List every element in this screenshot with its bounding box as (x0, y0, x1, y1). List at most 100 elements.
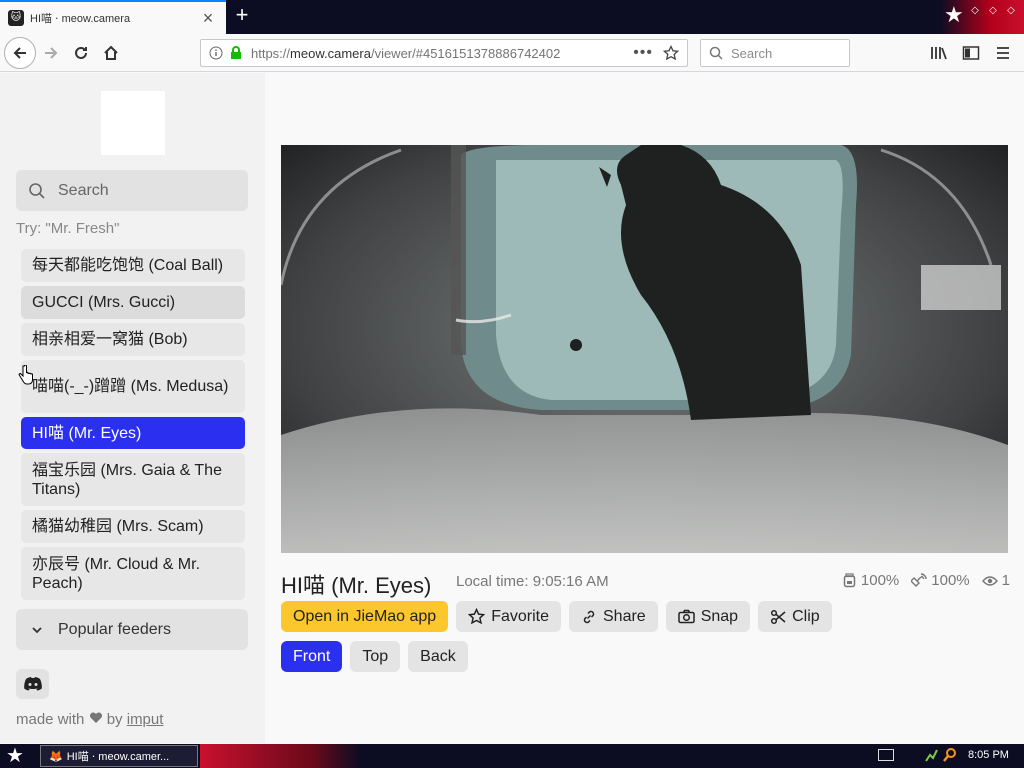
clip-button[interactable]: Clip (758, 601, 832, 632)
titlebar-flag-decoration: ★ ◇ ◇ ◇ (940, 0, 1024, 34)
snap-label: Snap (700, 607, 739, 625)
taskbar-flag-decoration (200, 744, 360, 768)
feeder-search-placeholder: Search (58, 181, 109, 199)
signal-level: 100% (931, 572, 970, 589)
lock-icon (231, 46, 241, 59)
food-container-icon (843, 573, 856, 588)
feeder-item-mrs-gucci[interactable]: GUCCI (Mrs. Gucci) (21, 286, 245, 319)
url-host: meow.camera (290, 45, 371, 61)
view-back-label: Back (420, 647, 456, 665)
feeder-label: HI喵 (Mr. Eyes) (32, 424, 142, 442)
taskbar-clock: 8:05 PM (968, 749, 1009, 761)
arrow-left-icon (13, 46, 26, 59)
clip-label: Clip (792, 607, 820, 625)
footer-credit: made with by imput (16, 711, 163, 728)
start-menu-icon[interactable]: ★ (6, 745, 24, 767)
discord-icon (23, 677, 42, 691)
url-bar[interactable]: https://meow.camera/viewer/#451615137888… (200, 39, 688, 67)
feeder-item-mrs-gaia[interactable]: 福宝乐园 (Mrs. Gaia & The Titans) (21, 453, 245, 506)
scissors-icon (771, 609, 786, 624)
feeder-item-bob[interactable]: 相亲相爱一窝猫 (Bob) (21, 323, 245, 356)
new-tab-button[interactable]: + (230, 4, 254, 28)
view-front-button[interactable]: Front (281, 641, 343, 672)
feeder-label: GUCCI (Mrs. Gucci) (32, 294, 176, 311)
minimize-icon[interactable]: ◇ (968, 4, 982, 18)
forward-button[interactable] (36, 38, 66, 68)
library-button[interactable] (924, 38, 954, 68)
taskbar-window-button[interactable]: 🦊 HI喵 ‧ meow.camer... (40, 745, 198, 767)
author-link[interactable]: imput (127, 711, 164, 728)
link-icon (583, 610, 595, 623)
camera-stats: 100% 100% 1 (834, 572, 1010, 589)
search-hint: Try: "Mr. Fresh" (16, 220, 120, 237)
home-button[interactable] (96, 38, 126, 68)
page-actions-icon[interactable]: ••• (633, 44, 653, 62)
open-in-app-label: Open in JieMao app (293, 607, 437, 625)
viewers-stat: 1 (981, 572, 1010, 589)
feeder-label: 相亲相爱一窝猫 (Bob) (32, 331, 188, 348)
tab-close-icon[interactable]: × (198, 8, 218, 29)
feeder-label: 福宝乐园 (Mrs. Gaia & The Titans) (32, 461, 222, 498)
snap-button[interactable]: Snap (665, 601, 751, 632)
heart-icon (89, 712, 102, 723)
satellite-icon (911, 573, 927, 587)
network-icon[interactable] (924, 747, 938, 763)
tab-strip: 🐱 HI喵 ‧ meow.camera × + ★ ◇ ◇ ◇ (0, 0, 1024, 34)
camera-title: HI喵 (Mr. Eyes) (281, 573, 432, 598)
menu-button[interactable] (988, 38, 1018, 68)
feeder-item-ms-medusa[interactable]: 喵喵(-_-)蹭蹭 (Ms. Medusa) (21, 360, 245, 413)
share-label: Share (603, 607, 646, 625)
tab-title: HI喵 ‧ meow.camera (30, 13, 131, 25)
search-icon (709, 46, 723, 60)
feeder-item-mr-cloud[interactable]: 亦辰号 (Mr. Cloud & Mr. Peach) (21, 547, 245, 600)
navigation-bar: https://meow.camera/viewer/#451615137888… (0, 34, 1024, 72)
feeder-search-input[interactable]: Search (16, 170, 248, 211)
os-taskbar: ★ 🦊 HI喵 ‧ meow.camer... 8:05 PM (0, 744, 1024, 768)
back-button[interactable] (4, 36, 36, 69)
view-top-label: Top (362, 647, 389, 665)
open-in-app-button[interactable]: Open in JieMao app (281, 601, 449, 632)
search-icon (29, 182, 45, 199)
browser-search-bar[interactable]: Search (700, 39, 850, 67)
firefox-icon: 🦊 (49, 750, 63, 763)
discord-button[interactable] (16, 669, 49, 699)
sidebar-toggle-button[interactable] (956, 38, 986, 68)
keyboard-icon[interactable] (878, 749, 894, 761)
camera-video-feed[interactable] (281, 145, 1008, 553)
viewer-count: 1 (1001, 572, 1010, 589)
feeder-label: 每天都能吃饱饱 (Coal Ball) (32, 257, 224, 274)
magnifier-tray-icon[interactable] (942, 747, 958, 763)
view-front-label: Front (293, 647, 331, 665)
favorite-button[interactable]: Favorite (456, 601, 561, 632)
bookmark-star-icon[interactable] (663, 45, 679, 61)
reload-button[interactable] (66, 38, 96, 68)
hand-cursor-icon (18, 364, 34, 390)
arrow-right-icon (45, 46, 58, 59)
site-logo (101, 91, 165, 155)
popular-feeders-toggle[interactable]: Popular feeders (16, 609, 248, 650)
info-icon[interactable] (209, 46, 223, 60)
feeder-item-mr-eyes[interactable]: HI喵 (Mr. Eyes) (21, 417, 245, 449)
url-prefix: https:// (251, 45, 291, 61)
url-path: /viewer/#4516151378886742402 (370, 45, 561, 61)
close-window-icon[interactable]: ◇ (1004, 4, 1018, 18)
star-icon (468, 608, 486, 625)
feeder-label: 橘猫幼稚园 (Mrs. Scam) (32, 518, 204, 535)
feeder-label: 亦辰号 (Mr. Cloud & Mr. Peach) (32, 555, 201, 592)
camera-local-time: Local time: 9:05:16 AM (456, 573, 609, 590)
feeder-item-mrs-scam[interactable]: 橘猫幼稚园 (Mrs. Scam) (21, 510, 245, 543)
feeder-item-coal-ball[interactable]: 每天都能吃饱饱 (Coal Ball) (21, 249, 245, 282)
sidebar-icon (962, 46, 980, 60)
feeder-label: 喵喵(-_-)蹭蹭 (Ms. Medusa) (32, 378, 229, 395)
url-text: https://meow.camera/viewer/#451615137888… (251, 46, 633, 61)
browser-tab[interactable]: 🐱 HI喵 ‧ meow.camera × (0, 0, 226, 34)
view-back-button[interactable]: Back (408, 641, 468, 672)
home-icon (104, 45, 118, 60)
share-button[interactable]: Share (569, 601, 658, 632)
library-icon (931, 47, 947, 60)
maximize-icon[interactable]: ◇ (986, 4, 1000, 18)
made-with-text: made with (16, 711, 85, 728)
hamburger-menu-icon (997, 47, 1009, 59)
view-selector: Front Top Back (281, 641, 468, 672)
view-top-button[interactable]: Top (350, 641, 401, 672)
